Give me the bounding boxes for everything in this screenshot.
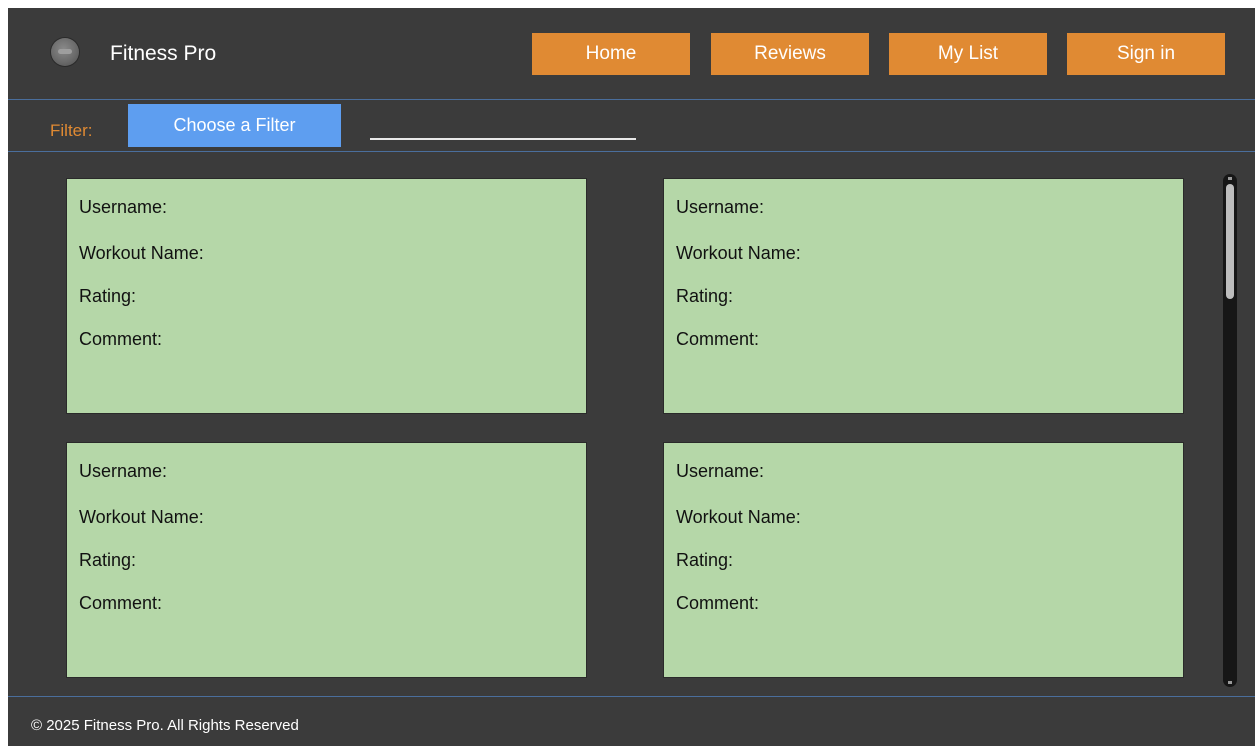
nav-my-list-button[interactable]: My List xyxy=(889,33,1047,75)
nav-home-button[interactable]: Home xyxy=(532,33,690,75)
scroll-down-icon[interactable] xyxy=(1228,681,1232,684)
footer-copyright: © 2025 Fitness Pro. All Rights Reserved xyxy=(31,717,299,734)
header-bar: Fitness Pro Home Reviews My List Sign in xyxy=(8,8,1255,100)
header-divider xyxy=(8,99,1255,100)
filter-input[interactable] xyxy=(370,112,636,140)
review-workout-name-label: Workout Name: xyxy=(676,507,801,527)
scrollbar-thumb[interactable] xyxy=(1226,184,1234,299)
nav-sign-in-button[interactable]: Sign in xyxy=(1067,33,1225,75)
review-username-label: Username: xyxy=(676,461,765,481)
scroll-up-icon[interactable] xyxy=(1228,177,1232,180)
reviews-scrollbar[interactable] xyxy=(1223,174,1237,687)
review-comment-label: Comment: xyxy=(79,329,163,349)
review-comment-label: Comment: xyxy=(676,593,760,613)
review-card[interactable]: Username: Workout Name: Rating: Comment: xyxy=(663,442,1184,678)
app-window: Fitness Pro Home Reviews My List Sign in… xyxy=(8,8,1255,746)
review-rating-label: Rating: xyxy=(79,550,137,570)
review-comment-label: Comment: xyxy=(676,329,760,349)
review-workout-name-label: Workout Name: xyxy=(79,243,204,263)
filter-divider xyxy=(8,151,1255,152)
review-workout-name-label: Workout Name: xyxy=(79,507,204,527)
review-rating-label: Rating: xyxy=(676,286,734,306)
choose-filter-button[interactable]: Choose a Filter xyxy=(128,104,341,147)
logo-badge-mark xyxy=(58,49,72,54)
review-card[interactable]: Username: Workout Name: Rating: Comment: xyxy=(66,178,587,414)
review-card[interactable]: Username: Workout Name: Rating: Comment: xyxy=(663,178,1184,414)
review-card[interactable]: Username: Workout Name: Rating: Comment: xyxy=(66,442,587,678)
app-title: Fitness Pro xyxy=(110,42,217,65)
footer-divider xyxy=(8,696,1255,697)
logo-badge-icon[interactable] xyxy=(51,38,79,66)
review-username-label: Username: xyxy=(79,461,168,481)
review-username-label: Username: xyxy=(79,197,168,217)
filter-label: Filter: xyxy=(50,121,93,140)
review-workout-name-label: Workout Name: xyxy=(676,243,801,263)
review-comment-label: Comment: xyxy=(79,593,163,613)
review-rating-label: Rating: xyxy=(79,286,137,306)
review-username-label: Username: xyxy=(676,197,765,217)
nav-reviews-button[interactable]: Reviews xyxy=(711,33,869,75)
review-rating-label: Rating: xyxy=(676,550,734,570)
